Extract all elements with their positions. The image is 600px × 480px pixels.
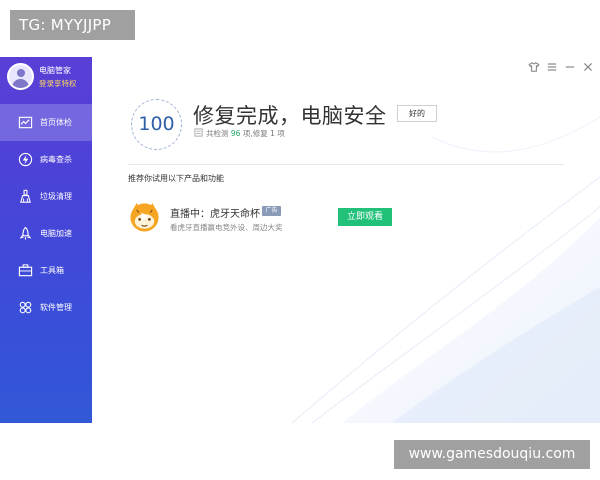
main-panel: 100 修复完成，电脑安全 好的 共检测 96 项,修复 1 项 推荐你试用以下…	[92, 57, 600, 423]
ok-button[interactable]: 好的	[397, 105, 437, 122]
sidebar-item-label: 首页体检	[40, 118, 72, 127]
apps-icon	[19, 301, 32, 314]
ad-badge: 广告	[262, 206, 281, 216]
rocket-icon	[19, 226, 32, 240]
watermark-tag-top: TG: MYYJJPP	[10, 10, 135, 40]
window-controls	[528, 61, 594, 73]
divider	[128, 164, 564, 165]
profile-name: 电脑管家	[39, 66, 71, 75]
profile[interactable]: 电脑管家 登录享特权	[0, 57, 92, 101]
pc-manager-window: 电脑管家 登录享特权 首页体检 病毒查杀 垃圾清理 电脑加速 工具箱 软件管理 …	[0, 57, 600, 423]
report-icon	[194, 128, 203, 137]
sidebar-item-software[interactable]: 软件管理	[0, 289, 92, 326]
sidebar-nav: 首页体检 病毒查杀 垃圾清理 电脑加速 工具箱 软件管理	[0, 104, 92, 326]
fix-count: 1	[270, 129, 275, 138]
huya-icon[interactable]	[128, 200, 161, 233]
status-title: 修复完成，电脑安全	[193, 104, 387, 128]
lightning-icon	[18, 152, 33, 167]
minimize-icon[interactable]	[564, 61, 576, 73]
sidebar-item-checkup[interactable]: 首页体检	[0, 104, 92, 141]
watermark-tag-bottom: www.gamesdouqiu.com	[394, 440, 590, 469]
sidebar-item-label: 工具箱	[40, 266, 64, 275]
sidebar-item-label: 电脑加速	[40, 229, 72, 238]
sidebar-item-speedup[interactable]: 电脑加速	[0, 215, 92, 252]
skin-icon[interactable]	[528, 61, 540, 73]
sidebar: 电脑管家 登录享特权 首页体检 病毒查杀 垃圾清理 电脑加速 工具箱 软件管理	[0, 57, 92, 423]
sidebar-item-label: 垃圾清理	[40, 192, 72, 201]
broom-icon	[20, 189, 31, 203]
sidebar-item-toolbox[interactable]: 工具箱	[0, 252, 92, 289]
menu-icon[interactable]	[546, 61, 558, 73]
watch-now-button[interactable]: 立即观看	[338, 208, 392, 226]
sidebar-item-label: 软件管理	[40, 303, 72, 312]
toolbox-icon	[18, 264, 33, 277]
avatar-icon[interactable]	[7, 63, 34, 90]
score-ring: 100	[131, 99, 182, 150]
screenshot: TG: MYYJJPP 电脑管家 登录享特权 首页体检 病毒查杀 垃圾清理 电脑…	[0, 0, 600, 480]
sidebar-item-label: 病毒查杀	[40, 155, 72, 164]
sidebar-item-virus-scan[interactable]: 病毒查杀	[0, 141, 92, 178]
recommend-title: 推荐你试用以下产品和功能	[128, 174, 224, 183]
close-icon[interactable]	[582, 61, 594, 73]
promo-title[interactable]: 直播中：虎牙天命杯	[170, 205, 260, 220]
pulse-icon	[18, 116, 33, 129]
scan-count: 96	[230, 129, 241, 138]
scan-summary: 共检测 96 项,修复 1 项	[206, 129, 285, 138]
health-score: 100	[138, 113, 175, 135]
promo-description: 看虎牙直播赢电竞外设、周边大奖	[170, 223, 283, 232]
login-link[interactable]: 登录享特权	[39, 78, 77, 89]
sidebar-item-cleanup[interactable]: 垃圾清理	[0, 178, 92, 215]
